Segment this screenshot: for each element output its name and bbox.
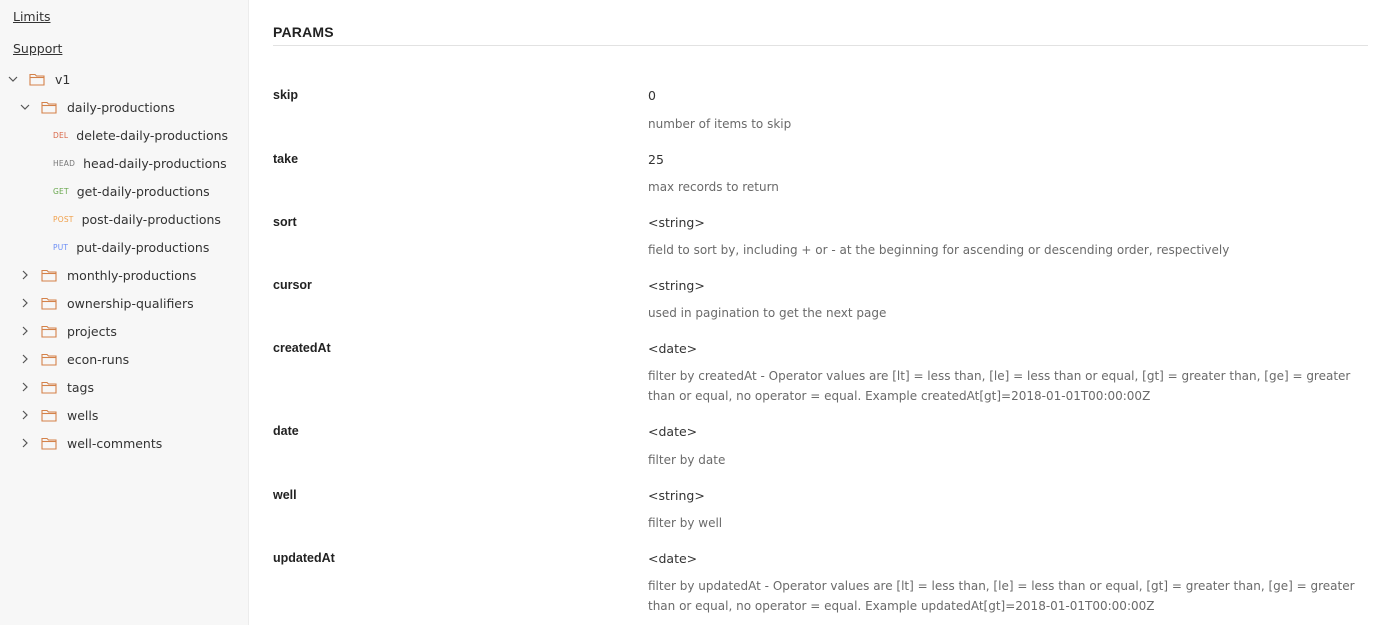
folder-icon xyxy=(41,352,57,366)
chevron-right-icon[interactable] xyxy=(19,437,31,449)
param-name-skip: skip xyxy=(273,88,299,102)
param-name-cursor: cursor xyxy=(273,278,312,292)
tree-folder-well-comments[interactable]: well-comments xyxy=(19,433,162,453)
endpoint-put-daily-productions[interactable]: PUT put-daily-productions xyxy=(53,237,209,257)
tree-folder-monthly-productions[interactable]: monthly-productions xyxy=(19,265,196,285)
param-desc-cursor: used in pagination to get the next page xyxy=(648,306,887,320)
method-badge: DEL xyxy=(53,130,69,140)
params-section-title: PARAMS xyxy=(273,24,334,40)
tree-folder-econ-runs[interactable]: econ-runs xyxy=(19,349,129,369)
tree-folder-tags[interactable]: tags xyxy=(19,377,94,397)
folder-icon xyxy=(41,296,57,310)
tree-folder-ownership-qualifiers[interactable]: ownership-qualifiers xyxy=(19,293,194,313)
param-type-createdat: <date> xyxy=(648,341,698,356)
endpoint-head-daily-productions[interactable]: HEAD head-daily-productions xyxy=(53,153,227,173)
chevron-right-icon[interactable] xyxy=(19,353,31,365)
method-badge: HEAD xyxy=(53,158,76,168)
folder-icon xyxy=(41,408,57,422)
endpoint-label: put-daily-productions xyxy=(76,239,210,255)
param-desc-well: filter by well xyxy=(648,516,723,530)
endpoint-label: delete-daily-productions xyxy=(76,127,229,143)
param-desc-updatedat: filter by updatedAt - Operator values ar… xyxy=(648,579,1355,613)
param-type-sort: <string> xyxy=(648,215,705,230)
param-desc-skip: number of items to skip xyxy=(648,117,792,131)
tree-folder-wells[interactable]: wells xyxy=(19,405,98,425)
app-window: Limits Support v1 daily-productions DEL … xyxy=(0,0,1385,625)
param-type-skip: 0 xyxy=(648,88,656,103)
param-type-take: 25 xyxy=(648,152,664,167)
tree-folder-label: daily-productions xyxy=(67,99,175,115)
chevron-right-icon[interactable] xyxy=(19,297,31,309)
tree-folder-daily-productions[interactable]: daily-productions xyxy=(19,97,175,117)
chevron-right-icon[interactable] xyxy=(19,381,31,393)
param-name-updatedat: updatedAt xyxy=(273,551,335,565)
folder-icon xyxy=(29,72,45,86)
tree-folder-projects[interactable]: projects xyxy=(19,321,117,341)
tree-folder-label: well-comments xyxy=(67,435,163,451)
tree-folder-label: monthly-productions xyxy=(67,267,197,283)
endpoint-get-daily-productions[interactable]: GET get-daily-productions xyxy=(53,181,210,201)
chevron-down-icon[interactable] xyxy=(19,101,31,113)
endpoint-label: get-daily-productions xyxy=(76,183,210,199)
main-content: PARAMS skip 0 number of items to skip ta… xyxy=(273,0,1368,625)
param-desc-date: filter by date xyxy=(648,453,726,467)
folder-icon xyxy=(41,380,57,394)
tree-folder-label: ownership-qualifiers xyxy=(67,295,194,311)
folder-icon xyxy=(41,268,57,282)
endpoint-label: head-daily-productions xyxy=(83,155,227,171)
method-badge: GET xyxy=(53,186,69,196)
chevron-down-icon[interactable] xyxy=(7,73,19,85)
chevron-right-icon[interactable] xyxy=(19,409,31,421)
endpoint-delete-daily-productions[interactable]: DEL delete-daily-productions xyxy=(53,125,228,145)
param-type-well: <string> xyxy=(648,488,705,503)
param-name-take: take xyxy=(273,152,299,166)
param-desc-take: max records to return xyxy=(648,180,779,194)
folder-icon xyxy=(41,436,57,450)
section-divider xyxy=(273,45,1368,46)
param-name-sort: sort xyxy=(273,215,297,229)
tree-folder-label: wells xyxy=(67,407,99,423)
tree-folder-label: econ-runs xyxy=(67,351,130,367)
param-name-createdat: createdAt xyxy=(273,341,331,355)
param-type-updatedat: <date> xyxy=(648,551,698,566)
sidebar: Limits Support v1 daily-productions DEL … xyxy=(0,0,249,625)
param-desc-createdat: filter by createdAt - Operator values ar… xyxy=(648,369,1351,403)
chevron-right-icon[interactable] xyxy=(19,325,31,337)
param-desc-sort: field to sort by, including + or - at th… xyxy=(648,243,1230,257)
method-badge: POST xyxy=(53,214,74,224)
param-name-well: well xyxy=(273,488,297,502)
param-type-date: <date> xyxy=(648,424,698,439)
method-badge: PUT xyxy=(53,242,69,252)
param-type-cursor: <string> xyxy=(648,278,705,293)
folder-icon xyxy=(41,100,57,114)
tree-folder-label: tags xyxy=(67,379,95,395)
param-name-date: date xyxy=(273,424,299,438)
endpoint-post-daily-productions[interactable]: POST post-daily-productions xyxy=(53,209,221,229)
limits-link[interactable]: Limits xyxy=(13,9,51,24)
chevron-right-icon[interactable] xyxy=(19,269,31,281)
support-link[interactable]: Support xyxy=(13,41,62,56)
tree-folder-label: projects xyxy=(67,323,117,339)
endpoint-label: post-daily-productions xyxy=(81,211,221,227)
tree-folder-label: v1 xyxy=(55,71,71,87)
tree-folder-v1[interactable]: v1 xyxy=(7,69,70,89)
folder-icon xyxy=(41,324,57,338)
